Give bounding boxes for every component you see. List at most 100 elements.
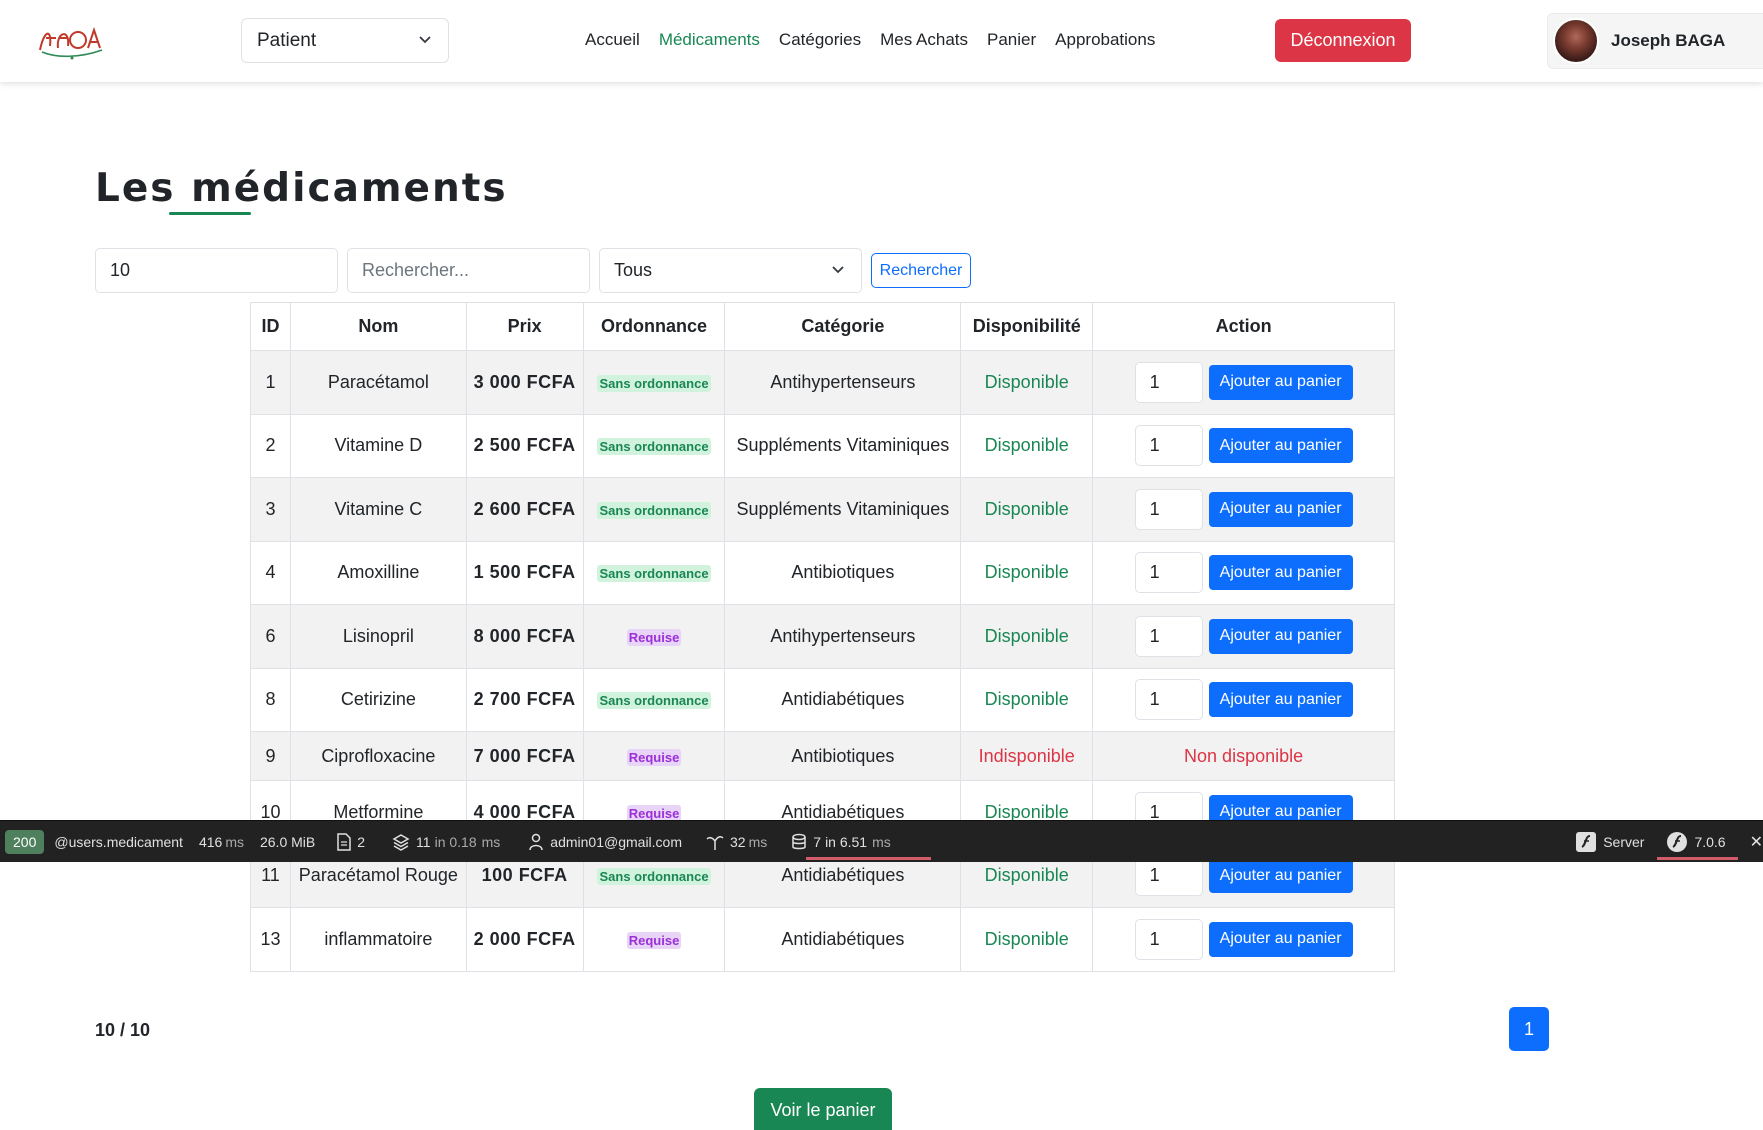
nav-categories[interactable]: Catégories xyxy=(779,30,861,50)
limit-input[interactable]: 10 xyxy=(95,248,338,293)
cell-prix: 2 500 FCFA xyxy=(465,413,584,478)
cell-id: 13 xyxy=(250,907,291,972)
cell-disponibilite: Disponible xyxy=(960,907,1094,972)
table-row: 6 Lisinopril 8 000 FCFA Requise Antihype… xyxy=(250,604,1395,669)
col-header-nom: Nom xyxy=(289,302,467,351)
cell-nom: Cetirizine xyxy=(289,667,467,732)
cell-nom: inflammatoire xyxy=(289,907,467,972)
cell-nom: Paracétamol xyxy=(289,350,467,415)
pagination-page-1[interactable]: 1 xyxy=(1509,1007,1549,1051)
cell-ordonnance: Sans ordonnance xyxy=(582,477,726,542)
database-panel[interactable]: 7 in 6.51 ms xyxy=(791,833,891,851)
db-unit: ms xyxy=(872,833,891,850)
cell-nom: Amoxilline xyxy=(289,540,467,605)
cell-ordonnance: Sans ordonnance xyxy=(582,540,726,605)
memory-usage[interactable]: 26.0 MiB xyxy=(260,834,315,850)
cell-action: 1 Ajouter au panier xyxy=(1092,907,1395,972)
cell-ordonnance: Sans ordonnance xyxy=(582,413,726,478)
ordonnance-badge: Sans ordonnance xyxy=(597,868,711,886)
cell-disponibilite: Disponible xyxy=(960,477,1094,542)
cell-id: 8 xyxy=(250,667,291,732)
cell-action: 1 Ajouter au panier xyxy=(1092,667,1395,732)
user-menu[interactable]: Joseph BAGA xyxy=(1547,13,1763,69)
cell-disponibilite: Disponible xyxy=(960,350,1094,415)
close-icon[interactable]: ✕ xyxy=(1750,832,1763,852)
add-to-cart-button[interactable]: Ajouter au panier xyxy=(1208,858,1353,894)
add-to-cart-button[interactable]: Ajouter au panier xyxy=(1208,618,1353,654)
category-select[interactable]: Tous xyxy=(599,248,862,293)
cell-ordonnance: Sans ordonnance xyxy=(582,667,726,732)
table-row: 4 Amoxilline 1 500 FCFA Sans ordonnance … xyxy=(250,540,1395,605)
nav-medicaments[interactable]: Médicaments xyxy=(659,30,760,50)
add-to-cart-button[interactable]: Ajouter au panier xyxy=(1208,428,1353,464)
symfony-version: 7.0.6 xyxy=(1694,833,1726,850)
table-row: 3 Vitamine C 2 600 FCFA Sans ordonnance … xyxy=(250,477,1395,542)
cell-prix: 1 500 FCFA xyxy=(465,540,584,605)
server-panel[interactable]: Server xyxy=(1575,831,1644,853)
add-to-cart-button[interactable]: Ajouter au panier xyxy=(1208,682,1353,718)
page-title: Les médicaments xyxy=(95,166,508,211)
cell-action: 1 Ajouter au panier xyxy=(1092,477,1395,542)
logout-button[interactable]: Déconnexion xyxy=(1275,19,1411,62)
user-name: Joseph BAGA xyxy=(1611,31,1726,50)
cell-action: 1 Ajouter au panier xyxy=(1092,604,1395,669)
col-header-id: ID xyxy=(250,302,291,351)
twig-icon xyxy=(706,835,724,850)
top-navbar: Patient Accueil Médicaments Catégories M… xyxy=(0,0,1763,82)
nav-accueil[interactable]: Accueil xyxy=(585,30,640,50)
status-badge[interactable]: 200 xyxy=(5,829,45,854)
cell-prix: 8 000 FCFA xyxy=(465,604,584,669)
cell-action-unavailable: Non disponible xyxy=(1092,731,1395,781)
add-to-cart-button[interactable]: Ajouter au panier xyxy=(1208,491,1353,527)
cell-prix: 2 000 FCFA xyxy=(465,907,584,972)
symfony-version-panel[interactable]: 7.0.6 xyxy=(1666,831,1726,853)
user-panel[interactable]: admin01@gmail.com xyxy=(528,833,682,851)
cell-categorie: Suppléments Vitaminiques xyxy=(724,413,962,478)
role-select[interactable]: Patient xyxy=(241,18,449,63)
avatar xyxy=(1553,18,1599,64)
db-value: 7 xyxy=(813,833,822,850)
quantity-input[interactable]: 1 xyxy=(1134,679,1203,721)
quantity-input[interactable]: 1 xyxy=(1134,488,1203,530)
col-header-categorie: Catégorie xyxy=(724,302,962,351)
add-to-cart-button[interactable]: Ajouter au panier xyxy=(1208,921,1353,957)
cache-detail: in 0.18 xyxy=(434,833,477,850)
twig-panel[interactable]: 32 ms xyxy=(706,833,767,851)
quantity-input[interactable]: 1 xyxy=(1134,361,1203,403)
nav-approbations[interactable]: Approbations xyxy=(1055,30,1155,50)
cell-categorie: Antihypertenseurs xyxy=(724,350,962,415)
cell-disponibilite: Disponible xyxy=(960,413,1094,478)
logo-image[interactable] xyxy=(36,20,106,62)
cell-disponibilite: Disponible xyxy=(960,604,1094,669)
view-cart-button[interactable]: Voir le panier xyxy=(754,1088,892,1130)
cell-id: 4 xyxy=(250,540,291,605)
nav-mes-achats[interactable]: Mes Achats xyxy=(880,30,968,50)
symfony-icon xyxy=(1576,831,1597,852)
search-input[interactable]: Rechercher... xyxy=(347,248,590,293)
layers-icon xyxy=(392,833,410,851)
request-time[interactable]: 416 ms xyxy=(199,834,244,850)
cell-action: 1 Ajouter au panier xyxy=(1092,350,1395,415)
ordonnance-badge: Sans ordonnance xyxy=(597,374,711,392)
route-name[interactable]: @users.medicament xyxy=(54,834,183,850)
quantity-input[interactable]: 1 xyxy=(1134,425,1203,467)
cell-ordonnance: Sans ordonnance xyxy=(582,350,726,415)
add-to-cart-button[interactable]: Ajouter au panier xyxy=(1208,555,1353,591)
quantity-input[interactable]: 1 xyxy=(1134,615,1203,657)
cell-categorie: Antibiotiques xyxy=(724,731,962,781)
search-button[interactable]: Rechercher xyxy=(871,253,971,288)
table-row: 13 inflammatoire 2 000 FCFA Requise Anti… xyxy=(250,907,1395,972)
add-to-cart-button[interactable]: Ajouter au panier xyxy=(1208,364,1353,400)
cache-value: 11 xyxy=(416,833,431,850)
cell-disponibilite: Indisponible xyxy=(960,731,1094,781)
db-detail: in 6.51 xyxy=(825,833,868,850)
cache-panel[interactable]: 11 in 0.18 ms xyxy=(392,833,500,851)
quantity-input[interactable]: 1 xyxy=(1134,918,1203,960)
forms-panel[interactable]: 2 xyxy=(337,832,365,851)
col-header-ordonnance: Ordonnance xyxy=(582,302,726,351)
table-row: 1 Paracétamol 3 000 FCFA Sans ordonnance… xyxy=(250,350,1395,415)
quantity-input[interactable]: 1 xyxy=(1134,552,1203,594)
nav-panier[interactable]: Panier xyxy=(987,30,1036,50)
twig-unit: ms xyxy=(748,833,768,850)
cache-unit: ms xyxy=(481,833,501,850)
